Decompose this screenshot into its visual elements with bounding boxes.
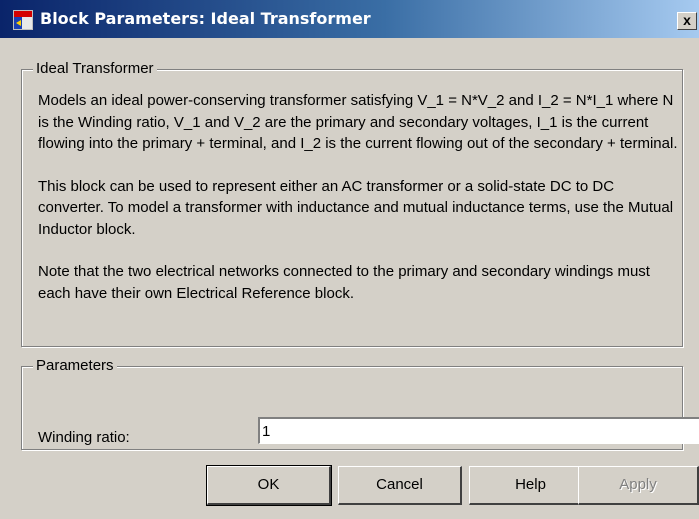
description-text: Models an ideal power-conserving transfo… [38, 90, 678, 304]
description-paragraph-3: Note that the two electrical networks co… [38, 263, 650, 302]
simulink-block-icon [13, 10, 33, 30]
description-paragraph-2: This block can be used to represent eith… [38, 177, 674, 238]
window-title: Block Parameters: Ideal Transformer [40, 9, 371, 28]
title-bar[interactable]: Block Parameters: Ideal Transformer x [0, 0, 699, 38]
description-group-legend: Ideal Transformer [33, 60, 157, 78]
close-icon: x [683, 12, 691, 28]
help-button[interactable]: Help [469, 466, 593, 505]
cancel-button[interactable]: Cancel [338, 466, 462, 505]
parameters-group: Parameters Winding ratio: [21, 357, 699, 450]
apply-button[interactable]: Apply [578, 466, 699, 505]
ok-button[interactable]: OK [206, 465, 332, 506]
winding-ratio-label: Winding ratio: [38, 429, 130, 446]
description-group: Ideal Transformer Models an ideal power-… [21, 60, 683, 347]
parameters-group-legend: Parameters [33, 357, 117, 375]
close-button[interactable]: x [677, 12, 697, 30]
winding-ratio-input[interactable] [258, 417, 699, 444]
description-paragraph-1: Models an ideal power-conserving transfo… [38, 92, 678, 152]
